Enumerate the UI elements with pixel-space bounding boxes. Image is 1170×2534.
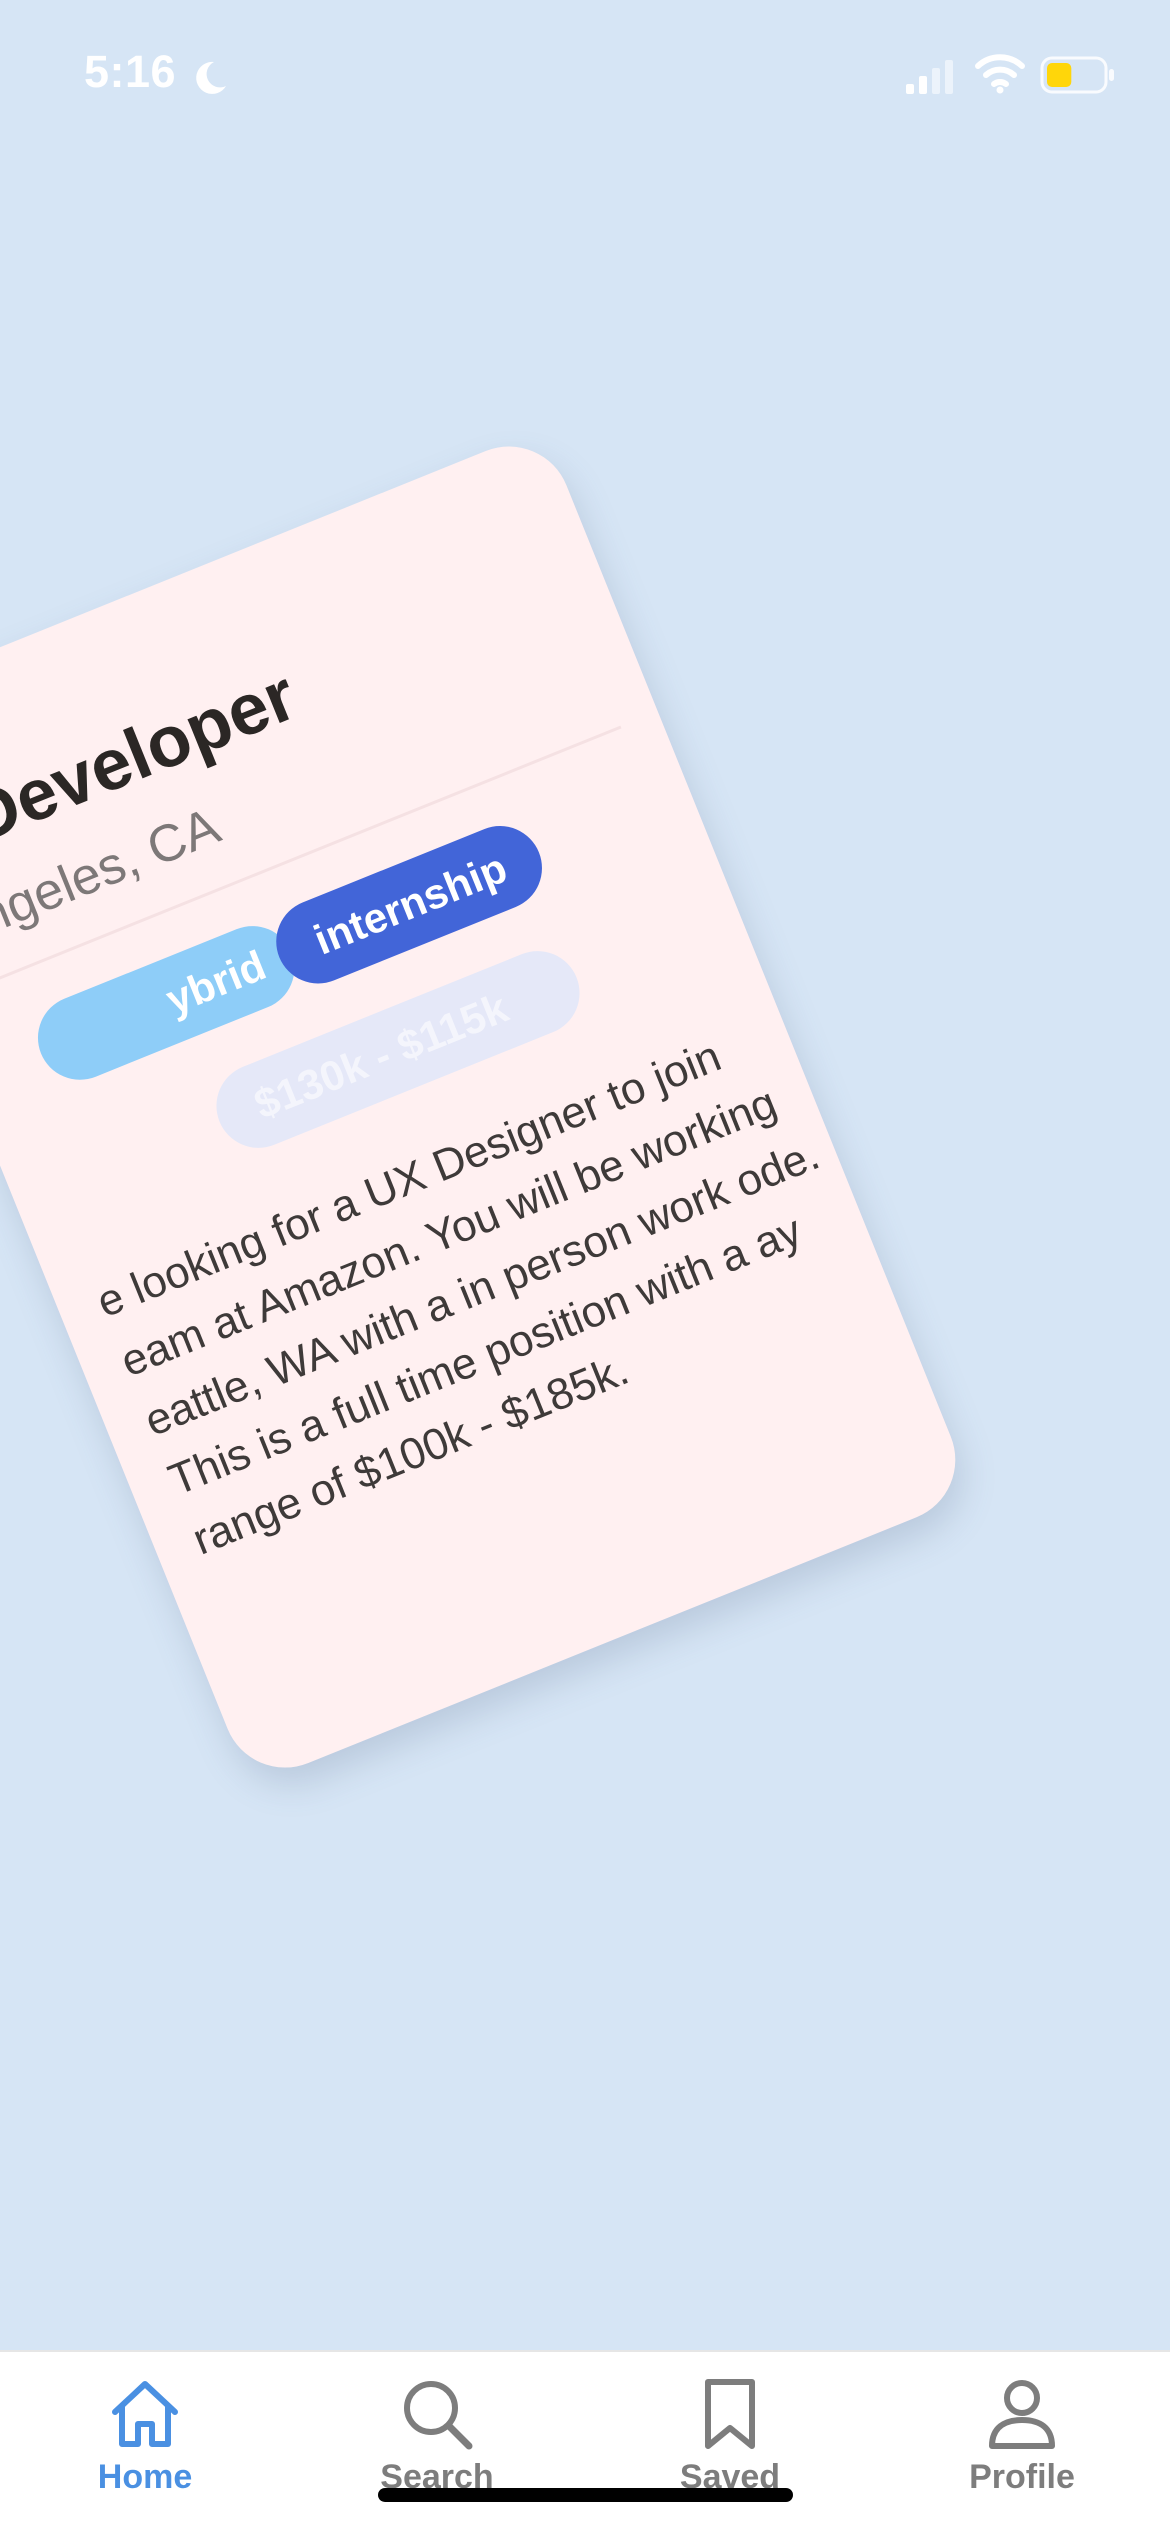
house-icon	[112, 2381, 178, 2447]
bookmark-icon	[705, 2379, 755, 2449]
job-description: e looking for a UX Designer to join eam …	[90, 1031, 827, 1565]
status-time: 5:16	[84, 46, 177, 97]
tab-profile[interactable]: Profile	[922, 2352, 1122, 2534]
tab-search[interactable]: Search	[337, 2352, 537, 2534]
person-icon	[989, 2380, 1055, 2449]
tab-bar: Home Search Saved Profile	[0, 2350, 1170, 2534]
tab-label-home: Home	[97, 2458, 193, 2496]
moon-icon	[196, 61, 226, 94]
cellular-signal-icon	[906, 60, 953, 94]
home-indicator	[378, 2488, 793, 2502]
job-card[interactable]: x Developer Angeles, CA ybrid internship…	[0, 427, 975, 1787]
status-bar: 5:16	[0, 0, 1170, 150]
tab-home[interactable]: Home	[45, 2352, 245, 2534]
tab-saved[interactable]: Saved	[630, 2352, 830, 2534]
tab-label-profile: Profile	[969, 2458, 1075, 2496]
magnifier-icon	[404, 2381, 473, 2450]
wifi-icon	[975, 54, 1025, 94]
battery-icon	[1040, 56, 1114, 94]
